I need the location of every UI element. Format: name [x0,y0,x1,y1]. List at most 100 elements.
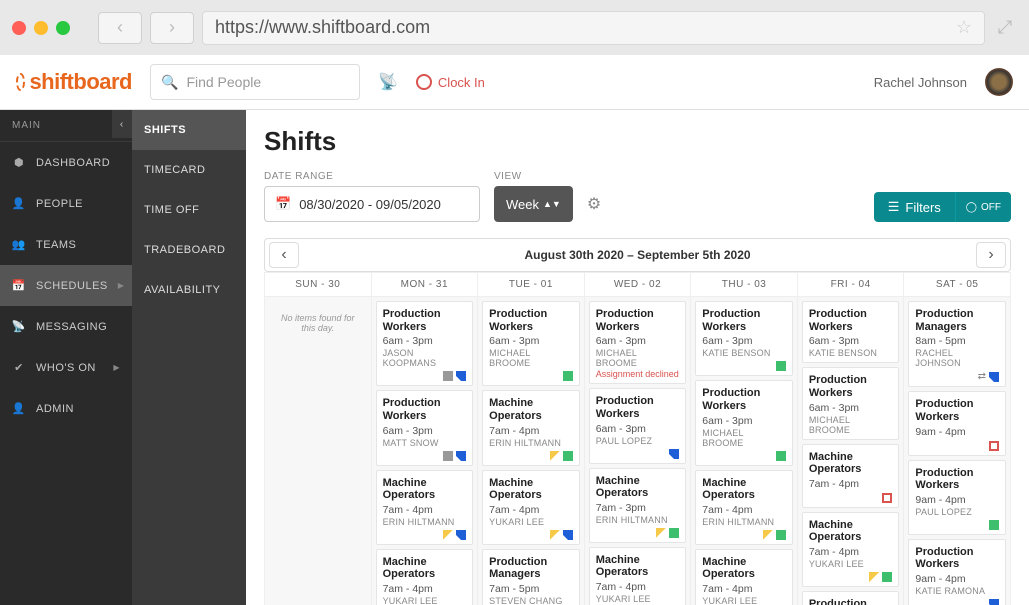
filters-button[interactable]: ☰ Filters [874,192,955,222]
view-dropdown[interactable]: Week ▲▼ [494,186,573,222]
shift-time: 9am - 4pm [915,494,999,506]
shift-card[interactable]: Machine Operators7am - 4pmERIN HILTMANN [376,470,474,545]
user-avatar[interactable] [985,68,1013,96]
app-header: shiftboard 🔍 Find People 📡 Clock In Rach… [0,55,1029,110]
status-badge-green [776,451,786,461]
subnav-item-tradeboard[interactable]: TRADEBOARD [132,230,246,270]
shift-person: ERIN HILTMANN [596,515,680,525]
chevron-right-icon: ▶ [118,281,125,290]
shift-card[interactable]: Machine Operators7am - 4pmYUKARI LEE [695,549,793,605]
fullscreen-icon[interactable]: ⤢ [993,17,1017,38]
shift-person: YUKARI LEE [702,596,786,605]
shift-card[interactable]: Production Workers6am - 3pmKATIE BENSON [802,301,900,363]
shift-card[interactable]: Production Workers6am - 3pmMATT SNOW [376,390,474,465]
shift-card[interactable]: Production Managers8am - 5pmRACHEL JOHNS… [908,301,1006,387]
shift-title: Production Workers [809,374,893,399]
subnav-item-availability[interactable]: AVAILABILITY [132,270,246,310]
status-badge-open [882,493,892,503]
shift-card[interactable]: Machine Operators7am - 3pmERIN HILTMANN [589,468,687,543]
username[interactable]: Rachel Johnson [874,75,967,90]
shift-time: 6am - 3pm [596,335,680,347]
shift-card[interactable]: Production Workers9am - 4pmKATIE RAMONA [908,539,1006,605]
subnav-item-timecard[interactable]: TIMECARD [132,150,246,190]
shift-badges [915,599,999,605]
sidebar-icon: 👥 [12,238,26,251]
logo-text: shiftboard [29,69,132,95]
address-bar[interactable]: https://www.shiftboard.com ☆ [202,11,985,45]
close-window[interactable] [12,21,26,35]
shift-card[interactable]: Production Workers6am - 3pmMICHAEL BROOM… [695,380,793,465]
toolbar: DATE RANGE 📅 08/30/2020 - 09/05/2020 VIE… [264,171,1011,222]
shift-badges [489,451,573,461]
shift-card[interactable]: Machine Operators7am - 4pmYUKARI LEE [802,512,900,587]
shift-card[interactable]: Machine Operators7am - 4pmYUKARI LEE [482,470,580,545]
date-range-display: August 30th 2020 – September 5th 2020 [303,248,972,262]
shift-card[interactable]: Production [802,591,900,605]
shift-card[interactable]: Production Workers6am - 3pmMICHAEL BROOM… [802,367,900,439]
no-items-message: No items found for this day. [269,301,367,345]
shift-card[interactable]: Production Workers9am - 4pm [908,391,1006,455]
shift-time: 6am - 3pm [596,423,680,435]
sidebar-icon: 📅 [12,279,26,292]
sidebar-item-dashboard[interactable]: ⬢ DASHBOARD [0,142,132,183]
shift-badges [702,530,786,540]
filter-icon: ☰ [888,199,900,215]
logo-icon [16,73,25,91]
shift-card[interactable]: Machine Operators7am - 4pmERIN HILTMANN [482,390,580,465]
settings-gear-icon[interactable]: ⚙ [581,194,607,214]
page-title: Shifts [264,126,1011,157]
sidebar-item-schedules[interactable]: 📅SCHEDULES▶ [0,265,132,306]
sidebar-item-people[interactable]: 👤PEOPLE [0,183,132,224]
shift-card[interactable]: Production Managers7am - 5pmSTEVEN CHANG [482,549,580,605]
shift-time: 7am - 4pm [489,425,573,437]
sidebar-item-label: DASHBOARD [36,157,110,169]
back-button[interactable]: ‹ [98,12,142,44]
shift-time: 7am - 4pm [596,581,680,593]
sidebar-item-label: MESSAGING [36,321,107,333]
sidebar-item-teams[interactable]: 👥TEAMS [0,224,132,265]
shift-card[interactable]: Production Workers6am - 3pmKATIE BENSON [695,301,793,376]
day-body: Production Managers8am - 5pmRACHEL JOHNS… [904,297,1010,605]
sidebar-item-who-s-on[interactable]: ✔WHO'S ON▶ [0,347,132,388]
broadcast-icon[interactable]: 📡 [378,72,398,92]
shift-card[interactable]: Production Workers9am - 4pmPAUL LOPEZ [908,460,1006,535]
minimize-window[interactable] [34,21,48,35]
shift-badges [489,530,573,540]
shift-card[interactable]: Production Workers6am - 3pmMICHAEL BROOM… [589,301,687,384]
maximize-window[interactable] [56,21,70,35]
shift-person: YUKARI LEE [809,559,893,569]
filters-off-toggle[interactable]: ◯ OFF [955,192,1011,222]
sidebar-item-admin[interactable]: 👤ADMIN [0,388,132,429]
flag-icon [656,528,666,538]
clock-in-button[interactable]: Clock In [416,74,485,90]
sidebar-icon: ⬢ [12,156,26,169]
shift-card[interactable]: Machine Operators7am - 4pm [802,444,900,508]
collapse-sidebar-button[interactable]: ‹ [112,110,132,138]
flag-icon [763,530,773,540]
date-range-input[interactable]: 📅 08/30/2020 - 09/05/2020 [264,186,480,222]
shift-card[interactable]: Machine Operators7am - 4pmERIN HILTMANN [695,470,793,545]
shift-card[interactable]: Production Workers6am - 3pmPAUL LOPEZ [589,388,687,463]
day-header: SAT - 05 [904,272,1010,297]
logo[interactable]: shiftboard [16,69,132,95]
flag-icon [443,530,453,540]
forward-button[interactable]: › [150,12,194,44]
next-week-button[interactable]: › [976,242,1006,268]
subnav-item-time-off[interactable]: TIME OFF [132,190,246,230]
prev-week-button[interactable]: ‹ [269,242,299,268]
day-body: Production Workers6am - 3pmMICHAEL BROOM… [585,297,691,605]
shift-card[interactable]: Production Workers6am - 3pmMICHAEL BROOM… [482,301,580,386]
shift-card[interactable]: Production Workers6am - 3pmJASON KOOPMAN… [376,301,474,386]
shift-person: YUKARI LEE [596,594,680,604]
subnav-item-shifts[interactable]: SHIFTS [132,110,246,150]
shift-card[interactable]: Machine Operators7am - 4pmYUKARI LEE [589,547,687,605]
shift-title: Production Workers [915,546,999,571]
shift-title: Machine Operators [489,397,573,422]
shift-card[interactable]: Machine Operators7am - 4pmYUKARI LEE [376,549,474,605]
sidebar-item-messaging[interactable]: 📡MESSAGING [0,306,132,347]
flag-icon [550,530,560,540]
shift-title: Production Workers [702,387,786,412]
bookmark-star-icon[interactable]: ☆ [956,17,972,38]
shift-title: Machine Operators [489,477,573,502]
search-input[interactable]: 🔍 Find People [150,64,360,100]
